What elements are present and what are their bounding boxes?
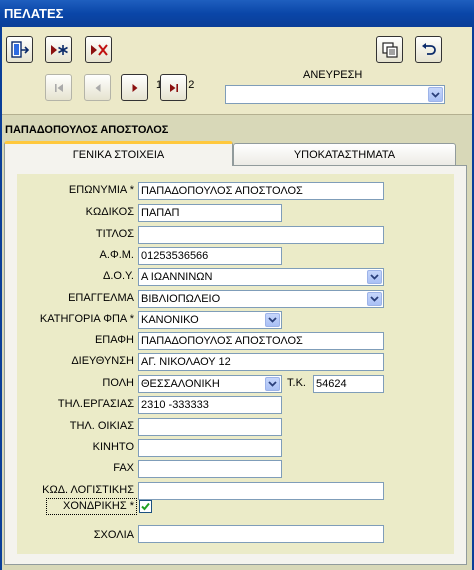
previous-record-icon (95, 83, 100, 92)
delete-record-button[interactable] (85, 36, 112, 63)
contact-label: ΕΠΑΦΗ (94, 334, 134, 346)
checkmark-icon (141, 502, 150, 511)
title-field[interactable] (138, 226, 384, 244)
delete-record-icon (90, 43, 108, 56)
work-phone-field[interactable]: 2310 -333333 (138, 396, 282, 414)
copy-record-button[interactable] (376, 36, 403, 63)
fax-field[interactable] (138, 460, 282, 478)
vat-category-combobox[interactable]: ΚΑΝΟΝΙΚΟ (138, 311, 282, 329)
tab-general[interactable]: ΓΕΝΙΚΑ ΣΤΟΙΧΕΙΑ (4, 141, 233, 166)
code-value: ΠΑΠΑΠ (141, 207, 180, 219)
surname-label: ΕΠΩΝΥΜΙΑ * (68, 184, 134, 196)
profession-value: ΒΙΒΛΙΟΠΩΛΕΙΟ (141, 293, 221, 305)
address-field[interactable]: ΑΓ. ΝΙΚΟΛΑΟΥ 12 (138, 353, 384, 371)
profession-dropdown-button[interactable] (367, 292, 382, 306)
postal-code-field[interactable]: 54624 (313, 375, 384, 393)
tab-general-label: ΓΕΝΙΚΑ ΣΤΟΙΧΕΙΑ (72, 149, 165, 161)
previous-record-button[interactable] (84, 74, 111, 101)
comments-field[interactable] (138, 525, 384, 543)
first-record-button[interactable] (45, 74, 72, 101)
exit-button[interactable] (6, 36, 33, 63)
chevron-down-icon (370, 274, 379, 280)
chevron-down-icon (268, 317, 277, 323)
vat-category-dropdown-button[interactable] (265, 313, 280, 327)
wholesale-checkbox[interactable] (139, 500, 152, 513)
city-label: ΠΟΛΗ (102, 377, 134, 389)
last-record-button[interactable] (160, 74, 187, 101)
search-combobox[interactable] (225, 85, 445, 104)
accounting-code-field[interactable] (138, 482, 384, 500)
title-label: ΤΙΤΛΟΣ (95, 228, 134, 240)
undo-icon (421, 42, 436, 55)
vat-category-label: ΚΑΤΗΓΟΡΙΑ ΦΠΑ * (39, 313, 134, 325)
code-label: ΚΩΔΙΚΟΣ (85, 206, 134, 218)
work-phone-label: ΤΗΛ.ΕΡΓΑΣΙΑΣ (57, 398, 134, 410)
copy-record-icon (381, 41, 398, 58)
city-dropdown-button[interactable] (265, 377, 280, 391)
new-record-button[interactable] (45, 36, 72, 63)
postal-code-value: 54624 (316, 378, 347, 390)
chevron-down-icon (268, 381, 277, 387)
first-record-icon (54, 83, 63, 92)
chevron-down-icon (431, 91, 440, 98)
code-field[interactable]: ΠΑΠΑΠ (138, 204, 282, 222)
afm-field[interactable]: 01253536566 (138, 247, 282, 265)
contact-field[interactable]: ΠΑΠΑΔΟΠΟΥΛΟΣ ΑΠΟΣΤΟΛΟΣ (138, 332, 384, 350)
doy-value: Α ΙΩΑΝΝΙΝΩΝ (141, 271, 213, 283)
doy-label: Δ.Ο.Υ. (102, 270, 134, 282)
search-label: ΑΝΕΥΡΕΣΗ (303, 69, 363, 81)
chevron-down-icon (370, 296, 379, 302)
window-title: ΠΕΛΑΤΕΣ (0, 0, 474, 27)
vat-category-value: ΚΑΝΟΝΙΚΟ (141, 314, 199, 326)
contact-value: ΠΑΠΑΔΟΠΟΥΛΟΣ ΑΠΟΣΤΟΛΟΣ (141, 335, 303, 347)
home-phone-label: ΤΗΛ. ΟΙΚΙΑΣ (69, 420, 134, 432)
customer-heading: ΠΑΠΑΔΟΠΟΥΛΟΣ ΑΠΟΣΤΟΛΟΣ (5, 124, 169, 136)
afm-value: 01253536566 (141, 250, 209, 262)
afm-label: Α.Φ.Μ. (99, 249, 134, 261)
next-record-button[interactable] (121, 74, 148, 101)
exit-door-icon (10, 40, 29, 58)
mobile-label: ΚΙΝΗΤΟ (92, 441, 134, 453)
last-record-icon (169, 83, 178, 92)
address-value: ΑΓ. ΝΙΚΟΛΑΟΥ 12 (141, 356, 231, 368)
doy-dropdown-button[interactable] (367, 270, 382, 284)
surname-value: ΠΑΠΑΔΟΠΟΥΛΟΣ ΑΠΟΣΤΟΛΟΣ (141, 185, 303, 197)
address-label: ΔΙΕΥΘΥΝΣΗ (71, 355, 134, 367)
doy-combobox[interactable]: Α ΙΩΑΝΝΙΝΩΝ (138, 268, 384, 286)
profession-label: ΕΠΑΓΓΕΛΜΑ (68, 292, 134, 304)
home-phone-field[interactable] (138, 418, 282, 436)
undo-button[interactable] (415, 36, 442, 63)
city-value: ΘΕΣΣΑΛΟΝΙΚΗ (141, 378, 220, 390)
postal-code-label: Τ.Κ. (287, 377, 306, 389)
window-frame-left (0, 27, 2, 570)
mobile-field[interactable] (138, 439, 282, 457)
tab-branches[interactable]: ΥΠΟΚΑΤΑΣΤΗΜΑΤΑ (233, 143, 456, 166)
accounting-code-label: ΚΩΔ. ΛΟΓΙΣΤΙΚΗΣ (42, 484, 134, 496)
surname-field[interactable]: ΠΑΠΑΔΟΠΟΥΛΟΣ ΑΠΟΣΤΟΛΟΣ (138, 182, 384, 200)
city-combobox[interactable]: ΘΕΣΣΑΛΟΝΙΚΗ (138, 375, 282, 393)
search-dropdown-button[interactable] (428, 87, 443, 102)
fax-label: FAX (113, 462, 134, 474)
tab-branches-label: ΥΠΟΚΑΤΑΣΤΗΜΑΤΑ (293, 148, 396, 161)
wholesale-label: ΧΟΝΔΡΙΚΗΣ * (63, 500, 134, 512)
new-record-icon (50, 44, 68, 55)
comments-label: ΣΧΟΛΙΑ (93, 529, 134, 541)
work-phone-value: 2310 -333333 (141, 399, 209, 411)
next-record-icon (132, 83, 137, 92)
profession-combobox[interactable]: ΒΙΒΛΙΟΠΩΛΕΙΟ (138, 290, 384, 308)
